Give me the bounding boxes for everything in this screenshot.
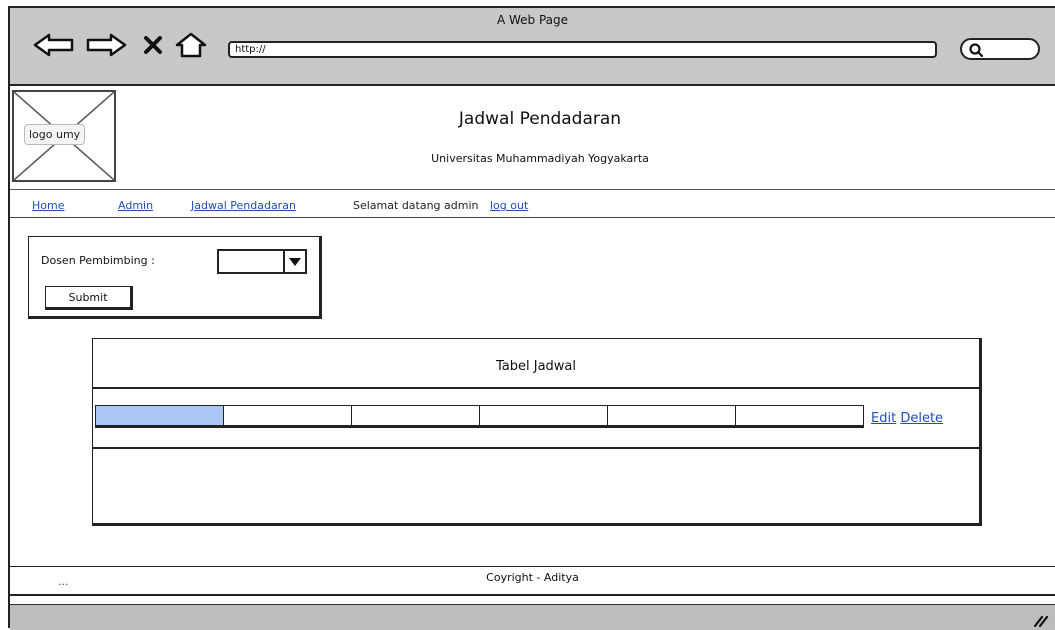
nav-link-home[interactable]: Home [32, 199, 64, 212]
page-title: Jadwal Pendadaran [458, 109, 622, 129]
row-actions: Edit Delete [871, 411, 943, 426]
table-cell[interactable] [607, 405, 736, 428]
table-cell[interactable] [479, 405, 608, 428]
filter-form: Dosen Pembimbing : Submit [28, 236, 322, 319]
logo-placeholder: logo umy [12, 90, 116, 182]
table-cell[interactable] [223, 405, 352, 428]
select-divider [283, 251, 285, 272]
browser-toolbar: A Web Page http:// [10, 8, 1055, 86]
nav-bar: Home Admin Jadwal Pendadaran Selamat dat… [10, 190, 1055, 218]
search-field[interactable] [960, 38, 1040, 60]
table-divider [93, 387, 979, 389]
close-x-icon[interactable] [142, 32, 164, 58]
copyright-text: Coyright - Aditya [486, 571, 579, 584]
dosen-select[interactable] [217, 249, 307, 274]
page-footer: ... Coyright - Aditya [10, 566, 1055, 596]
nav-link-jadwal[interactable]: Jadwal Pendadaran [191, 199, 296, 212]
window-title: A Web Page [496, 13, 569, 27]
table-divider [93, 447, 979, 449]
delete-link[interactable]: Delete [900, 411, 943, 426]
chevron-down-icon [289, 258, 301, 266]
nav-link-admin[interactable]: Admin [118, 199, 153, 212]
table-row [95, 405, 864, 428]
url-input[interactable]: http:// [228, 41, 937, 58]
page-header: logo umy Jadwal Pendadaran Universitas M… [10, 86, 1055, 190]
schedule-table: Tabel Jadwal Edit Delete [92, 338, 982, 526]
logo-label: logo umy [24, 124, 86, 145]
browser-window: A Web Page http:// logo umy Jadwal Penda… [8, 6, 1055, 630]
welcome-text: Selamat datang admin [353, 199, 479, 212]
table-cell[interactable] [351, 405, 480, 428]
logout-link[interactable]: log out [490, 199, 528, 212]
table-cell[interactable] [735, 405, 864, 428]
dosen-label: Dosen Pembimbing : [41, 254, 155, 267]
table-cell[interactable] [95, 405, 224, 428]
resize-grip-icon[interactable] [1033, 615, 1049, 627]
edit-link[interactable]: Edit [871, 411, 896, 426]
forward-arrow-icon[interactable] [84, 32, 128, 58]
search-icon [969, 43, 984, 58]
submit-button[interactable]: Submit [45, 286, 133, 310]
table-title: Tabel Jadwal [495, 359, 576, 374]
status-bar [10, 604, 1055, 630]
page-subtitle: Universitas Muhammadiyah Yogyakarta [431, 152, 649, 165]
back-arrow-icon[interactable] [32, 32, 76, 58]
home-icon[interactable] [174, 32, 208, 58]
